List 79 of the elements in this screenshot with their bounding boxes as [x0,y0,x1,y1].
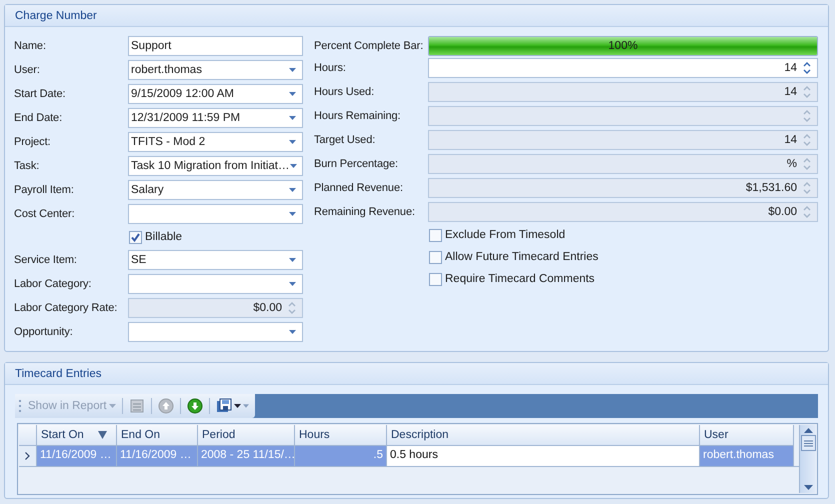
dropdown-field[interactable]: Salary [128,180,303,200]
field-label: Labor Category Rate: [14,301,118,316]
field-label: Service Item: [14,253,78,268]
save-icon [216,398,232,414]
caret-icon [108,404,116,408]
field-label: User: [14,63,41,78]
field-label: Hours: [314,61,347,76]
column-header[interactable]: End On [117,425,198,446]
checkbox[interactable]: Billable [129,228,303,246]
dropdown-field[interactable]: 12/31/2009 11:59 PM [128,108,303,128]
field-label: Labor Category: [14,277,92,292]
field-label: Burn Percentage: [314,157,400,172]
scroll-down-icon[interactable] [804,485,812,490]
checkbox[interactable]: Require Timecard Comments [429,270,818,288]
panel-title: Charge Number [15,10,97,22]
field-label: End Date: [14,111,64,126]
table-cell: 11/16/2009 … [37,446,117,466]
dropdown-field[interactable] [128,204,303,224]
progress-reading: 100% [608,40,638,52]
dropdown-arrow-icon[interactable] [289,282,296,286]
down-arrow-icon[interactable] [184,396,205,416]
column-header[interactable]: Start On [37,425,117,446]
dropdown-arrow-icon[interactable] [289,68,296,72]
field-label: Hours Remaining: [314,109,402,124]
checkbox-label: Exclude From Timesold [445,229,566,241]
table-cell: 0.5 hours [387,446,700,466]
dropdown-arrow-icon[interactable] [289,140,296,144]
field-label: Task: [14,159,40,174]
scroll-thumb[interactable] [800,435,816,451]
table-cell: .5 [295,446,387,466]
sort-arrow-icon [98,431,107,439]
table-cell: 2008 - 25 11/15/… [198,446,295,466]
number-field[interactable]: 14 [428,58,818,78]
text-field[interactable]: Support [128,36,303,56]
field-label: Opportunity: [14,325,74,340]
column-header[interactable]: Description [387,425,700,446]
checkbox-box[interactable] [429,250,442,264]
checkbox-box[interactable] [429,228,442,242]
field-label: Start Date: [14,87,66,102]
table-cell: 11/16/2009 … [117,446,198,466]
dropdown-field[interactable]: robert.thomas [128,60,303,80]
field-label: Target Used: [314,133,376,148]
dropdown-arrow-icon[interactable] [289,116,296,120]
dropdown-field[interactable]: Task 10 Migration from Initiat… [128,156,303,176]
field-label: Remaining Revenue: [314,205,416,220]
table-cell: robert.thomas [700,446,794,466]
spin-arrows-icon[interactable] [803,61,811,75]
field-label: Hours Used: [314,85,376,100]
dropdown-arrow-icon[interactable] [290,164,297,168]
checkbox[interactable]: Allow Future Timecard Entries [429,248,818,266]
field-label: Percent Complete Bar: [314,39,424,54]
dropdown-arrow-icon[interactable] [289,330,296,334]
field-label: Project: [14,135,52,150]
scroll-up-icon[interactable] [804,428,812,433]
checkbox-label: Require Timecard Comments [445,273,595,285]
checkbox-label: Allow Future Timecard Entries [445,251,598,263]
scrollbar[interactable] [799,425,816,493]
field-label: Cost Center: [14,207,76,222]
dropdown-arrow-icon[interactable] [289,212,296,216]
field-label: Name: [14,39,47,54]
dropdown-field[interactable] [128,322,303,342]
checkbox-box[interactable] [429,272,442,286]
column-header[interactable]: Period [198,425,295,446]
field-label: Planned Revenue: [314,181,404,196]
column-header[interactable]: Hours [295,425,387,446]
panel-title: Timecard Entries [15,368,102,380]
checkbox-label: Billable [145,231,182,243]
column-header[interactable]: User [700,425,794,446]
checkbox[interactable]: Exclude From Timesold [429,226,818,244]
dropdown-field[interactable] [128,274,303,294]
dropdown-arrow-icon[interactable] [289,258,296,262]
dropdown-field[interactable]: SE [128,250,303,270]
grip-icon [19,399,22,413]
dropdown-field[interactable]: TFITS - Mod 2 [128,132,303,152]
dropdown-arrow-icon[interactable] [289,188,296,192]
checkbox-box[interactable] [129,230,142,244]
field-label: Payroll Item: [14,183,75,198]
dropdown-arrow-icon[interactable] [289,92,296,96]
dropdown-field[interactable]: 9/15/2009 12:00 AM [128,84,303,104]
